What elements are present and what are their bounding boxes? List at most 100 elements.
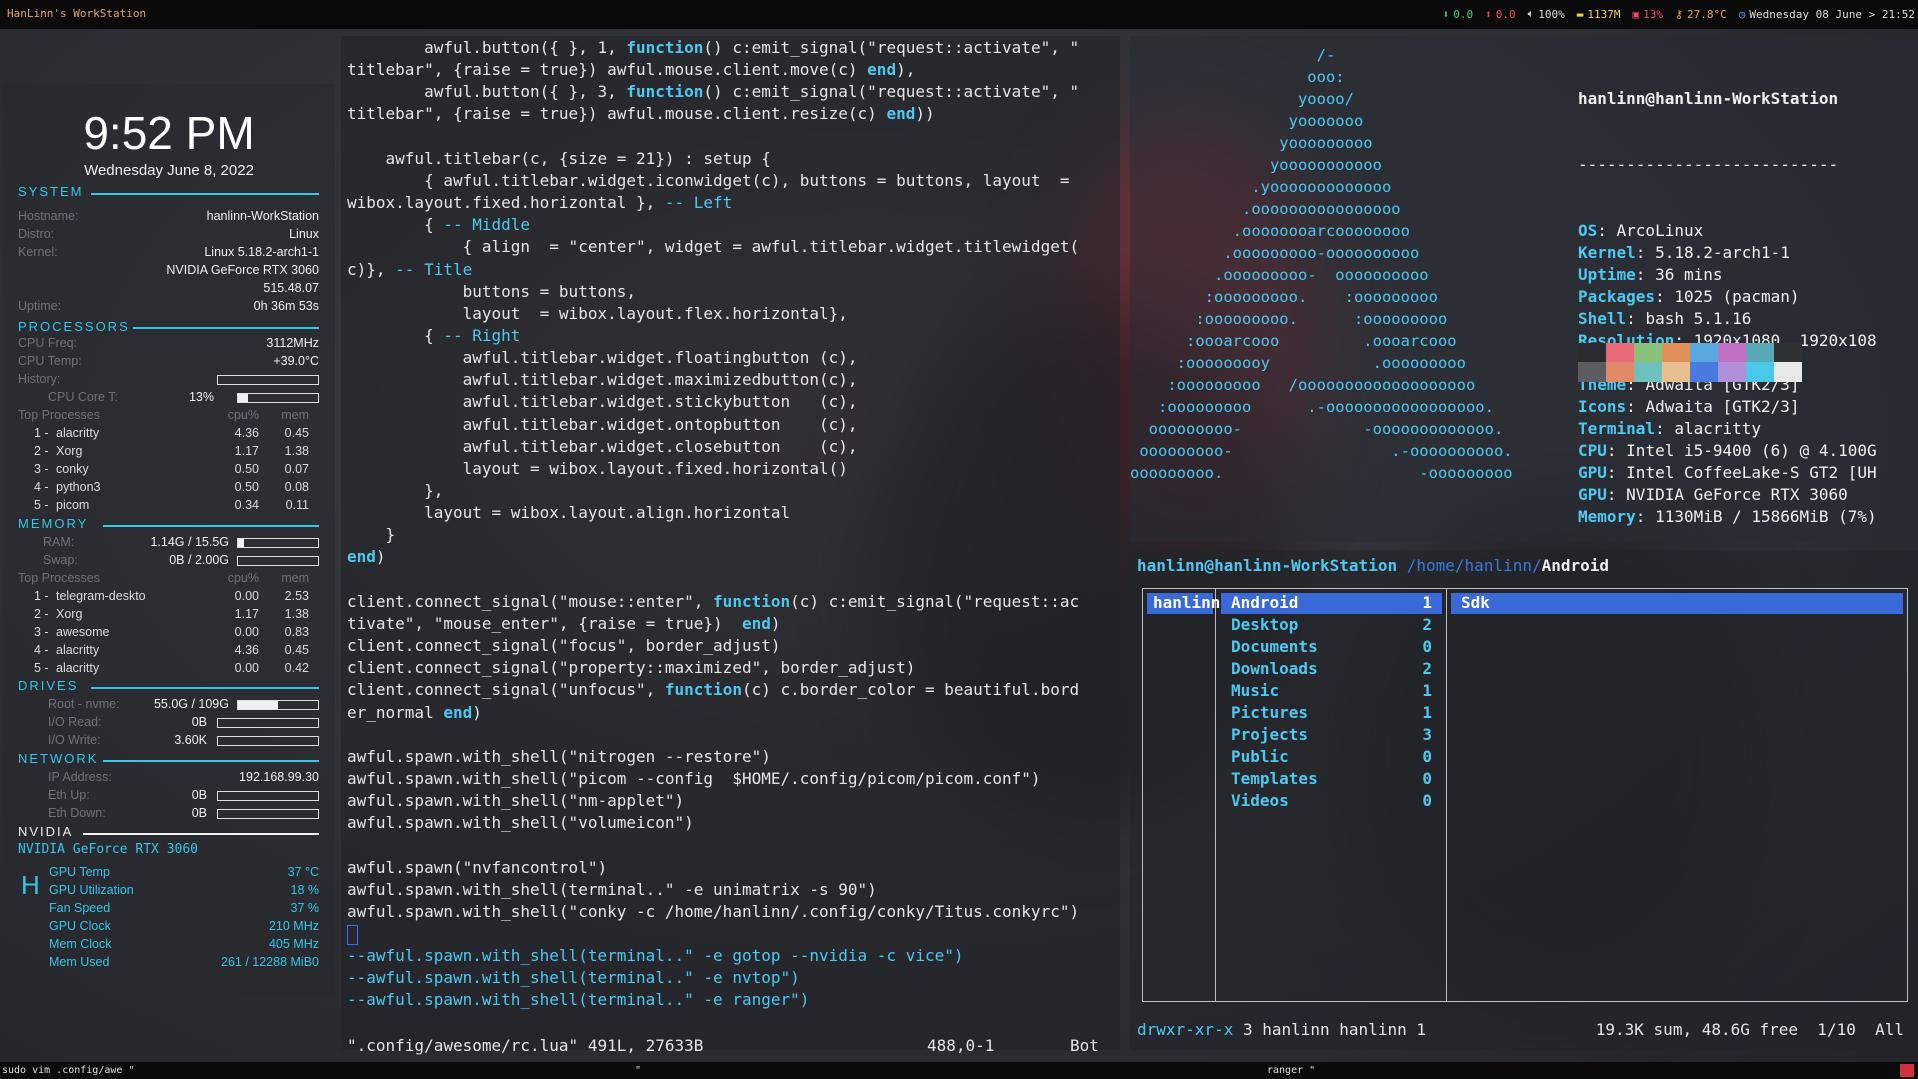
gpu-stat-row: GPU Clock 210 MHz (49, 919, 319, 933)
logo-line: yoooo/ (1130, 90, 1354, 108)
directory-item[interactable]: Documents 0 (1221, 637, 1442, 658)
gpu-name-value: NVIDIA GeForce RTX 3060 (166, 263, 319, 277)
ranger-window[interactable]: hanlinn@hanlinn-WorkStation /home/hanlin… (1130, 550, 1918, 1050)
label: Root - nvme: (48, 697, 120, 711)
ram-bar (237, 538, 319, 548)
directory-item[interactable]: Music 1 (1221, 681, 1442, 702)
code-line: end) (347, 547, 386, 567)
directory-item[interactable]: Pictures 1 (1221, 703, 1442, 724)
code-line: awful.titlebar.widget.stickybutton (c), (347, 392, 858, 412)
clock-icon: ◷ (1738, 7, 1746, 21)
cpu-widget[interactable]: ▣ 13% (1632, 7, 1663, 21)
net-up-widget[interactable]: ⬆ 0.0 (1485, 7, 1516, 21)
dir-name: Pictures (1231, 703, 1309, 722)
logo-line: :ooooooooo. :ooooooooo (1130, 288, 1438, 306)
temp-value: 27.8°C (1687, 7, 1727, 21)
code-line: awful.spawn.with_shell("nm-applet") (347, 791, 685, 811)
dir-count: 2 (1422, 615, 1432, 634)
cursor (347, 924, 358, 945)
logo-line: :ooooooooo /ooooooooooooooooooo (1130, 376, 1476, 394)
directory-item[interactable]: Android 1 (1221, 593, 1442, 614)
info-value: 1025 (pacman) (1674, 287, 1800, 306)
info-key: Packages (1578, 287, 1656, 306)
directory-item[interactable]: Public 0 (1221, 747, 1442, 768)
code-line: wibox.layout.fixed.horizontal }, -- Left (347, 193, 733, 213)
conky-date: Wednesday June 8, 2022 (84, 162, 254, 179)
net-down-widget[interactable]: ⬇ 0.0 (1443, 7, 1474, 21)
arcolinux-logo: /- ooo: yoooo/ yooooooo yooooooooo yoooo… (1130, 44, 1560, 484)
directory-item[interactable]: Videos 0 (1221, 791, 1442, 812)
proc-cpu: 0.00 (234, 625, 259, 639)
gpu-stat-label: Mem Clock (49, 937, 112, 951)
proc-index: 1 - (34, 426, 49, 440)
workspace-name[interactable]: HanLinn's WorkStation (7, 7, 146, 20)
directory-item[interactable]: Projects 3 (1221, 725, 1442, 746)
io-write-graph (217, 736, 319, 746)
task-ranger[interactable]: ranger " (1267, 1065, 1315, 1076)
proc-index: 1 - (34, 589, 49, 603)
info-value: NVIDIA GeForce RTX 3060 (1626, 485, 1848, 504)
gpu-stat-value: 37 °C (287, 865, 319, 879)
layout-icon[interactable] (1900, 1064, 1914, 1077)
clock-widget[interactable]: ◷ Wednesday 08 June > 21:52 (1739, 7, 1915, 21)
info-value: 1130MiB / 15866MiB (7%) (1655, 507, 1877, 526)
directory-item[interactable]: Templates 0 (1221, 769, 1442, 790)
gpu-stat-value: 261 / 12288 MiB0 (221, 955, 319, 969)
proc-header: Top Processes cpu% mem (18, 571, 319, 585)
code-line: awful.spawn.with_shell("picom --config $… (347, 768, 1041, 788)
gpu-stat-value: 405 MHz (268, 937, 319, 951)
dir-count: 1 (1422, 703, 1432, 722)
dir-count: 1 (1422, 681, 1432, 700)
gpu-stat-label: Fan Speed (49, 901, 111, 915)
core-bar-fill (238, 394, 249, 402)
proc-cpu: 0.34 (234, 498, 259, 512)
logo-line: yooooooooo (1130, 134, 1373, 152)
code-line: --awful.spawn.with_shell(terminal.." -e … (347, 990, 810, 1010)
eth-down-graph (217, 809, 319, 819)
volume-value: 100% (1538, 7, 1565, 21)
proc-header: Top Processes cpu% mem (18, 408, 319, 422)
comment: -- Title (395, 259, 473, 279)
color-swatch (1662, 343, 1690, 363)
separator: --------------------------- (1578, 155, 1839, 174)
label: Distro: (18, 227, 55, 241)
proc-mem: 2.53 (284, 589, 309, 603)
info-field: GPU: Intel CoffeeLake-S GT2 [UH (1578, 463, 1877, 482)
col-mem: mem (281, 571, 309, 585)
parent-item[interactable]: hanlinn (1147, 593, 1220, 614)
memory-widget[interactable]: ▬ 1137M (1577, 7, 1621, 21)
task-vim[interactable]: sudo vim .config/awe " (2, 1065, 134, 1076)
top-bar: HanLinn's WorkStation ⬇ 0.0 ⬆ 0.0 🔈︎ 100% ▬… (0, 0, 1918, 29)
ip-value: 192.168.99.30 (239, 770, 319, 784)
dir-name: Videos (1231, 791, 1289, 810)
logo-line: :oooarcooo .oooarcooo (1130, 332, 1457, 350)
preview-column: Sdk (1449, 589, 1907, 1001)
logo-line: yooooooo (1130, 112, 1364, 130)
color-swatch (1774, 362, 1802, 382)
info-value: Intel CoffeeLake-S GT2 [UH (1626, 463, 1877, 482)
vim-editor-window[interactable]: awful.button({ }, 1, function() c:emit_s… (341, 36, 1120, 1055)
comment: -- Left (664, 193, 733, 213)
info-key: Kernel (1578, 243, 1636, 262)
proc-index: 5 - (34, 498, 49, 512)
preview-item[interactable]: Sdk (1451, 593, 1903, 614)
proc-cpu: 4.36 (234, 643, 259, 657)
arrow-down-icon: ⬇ (1442, 7, 1450, 21)
vim-cursor-pos: 488,0-1 (927, 1036, 995, 1055)
gpu-stat-row: Mem Used 261 / 12288 MiB0 (49, 955, 319, 969)
divider (91, 193, 319, 195)
code-line: awful.titlebar.widget.maximizedbutton(c)… (347, 370, 858, 390)
temp-widget[interactable]: ⚷ 27.8°C (1675, 7, 1727, 21)
directory-item[interactable]: Downloads 2 (1221, 659, 1442, 680)
info-field: Memory: 1130MiB / 15866MiB (7%) (1578, 507, 1877, 526)
col-mem: mem (281, 408, 309, 422)
info-key: CPU (1578, 441, 1607, 460)
dir-name: Documents (1231, 637, 1318, 656)
label: RAM: (43, 535, 75, 549)
kernel-value: Linux 5.18.2-arch1-1 (204, 245, 319, 259)
gpu-stat-value: 37 % (290, 901, 320, 915)
volume-widget[interactable]: 🔈︎ 100% (1528, 7, 1565, 21)
neofetch-window[interactable]: /- ooo: yoooo/ yooooooo yooooooooo yoooo… (1130, 36, 1918, 542)
color-swatch (1718, 343, 1746, 363)
directory-item[interactable]: Desktop 2 (1221, 615, 1442, 636)
